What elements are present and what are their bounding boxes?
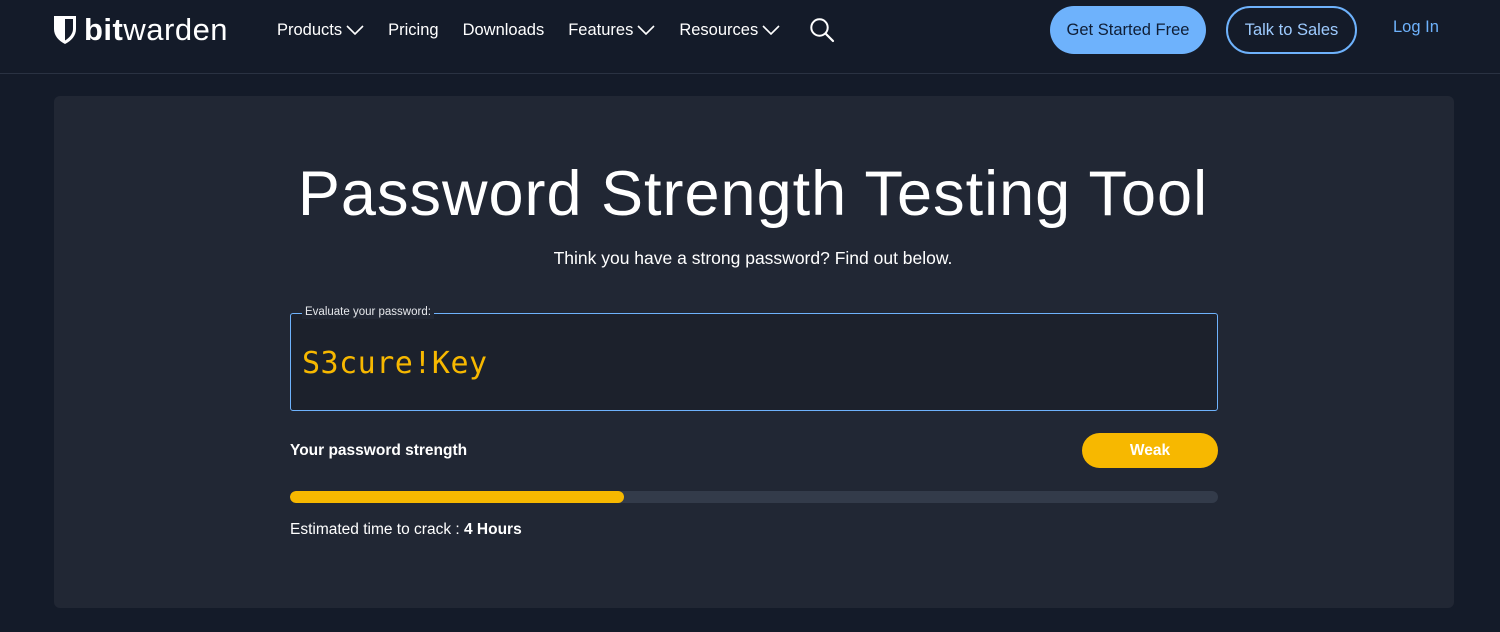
nav-products-label: Products bbox=[277, 20, 343, 39]
chevron-down-icon bbox=[346, 25, 364, 35]
crack-time: Estimated time to crack : 4 Hours bbox=[290, 521, 522, 539]
get-started-free-button[interactable]: Get Started Free bbox=[1050, 6, 1206, 54]
password-input[interactable] bbox=[302, 343, 1202, 383]
page-subtitle: Think you have a strong password? Find o… bbox=[553, 248, 953, 268]
chevron-down-icon bbox=[637, 25, 655, 35]
bitwarden-logo[interactable]: bitwarden bbox=[53, 14, 228, 46]
nav-downloads[interactable]: Downloads bbox=[463, 21, 545, 40]
talk-to-sales-button[interactable]: Talk to Sales bbox=[1226, 6, 1357, 54]
nav-products[interactable]: Products bbox=[277, 21, 364, 40]
password-field-label: Evaluate your password: bbox=[302, 305, 434, 319]
nav-pricing-label: Pricing bbox=[388, 20, 439, 39]
crack-time-value: 4 Hours bbox=[464, 521, 522, 538]
search-button[interactable] bbox=[809, 17, 835, 48]
top-navigation-bar: bitwarden Products Pricing Downloads Fea… bbox=[0, 0, 1500, 74]
logo-wordmark: bitwarden bbox=[84, 12, 229, 47]
nav-features[interactable]: Features bbox=[568, 21, 655, 40]
strength-label: Your password strength bbox=[290, 442, 468, 459]
nav-resources[interactable]: Resources bbox=[679, 21, 780, 40]
chevron-down-icon bbox=[762, 25, 780, 35]
nav-features-label: Features bbox=[568, 20, 634, 39]
strength-meter bbox=[290, 491, 1218, 503]
nav-resources-label: Resources bbox=[679, 20, 759, 39]
log-in-link[interactable]: Log In bbox=[1393, 18, 1439, 37]
page-title: Password Strength Testing Tool bbox=[297, 159, 1209, 229]
search-icon bbox=[810, 18, 835, 43]
crack-time-label: Estimated time to crack : bbox=[290, 521, 464, 538]
shield-logo-icon bbox=[54, 16, 76, 44]
strength-badge: Weak bbox=[1082, 433, 1218, 468]
nav-pricing[interactable]: Pricing bbox=[388, 21, 438, 40]
nav-downloads-label: Downloads bbox=[462, 20, 545, 39]
main-nav: Products Pricing Downloads Features Reso… bbox=[277, 18, 804, 42]
strength-meter-fill bbox=[290, 491, 625, 503]
